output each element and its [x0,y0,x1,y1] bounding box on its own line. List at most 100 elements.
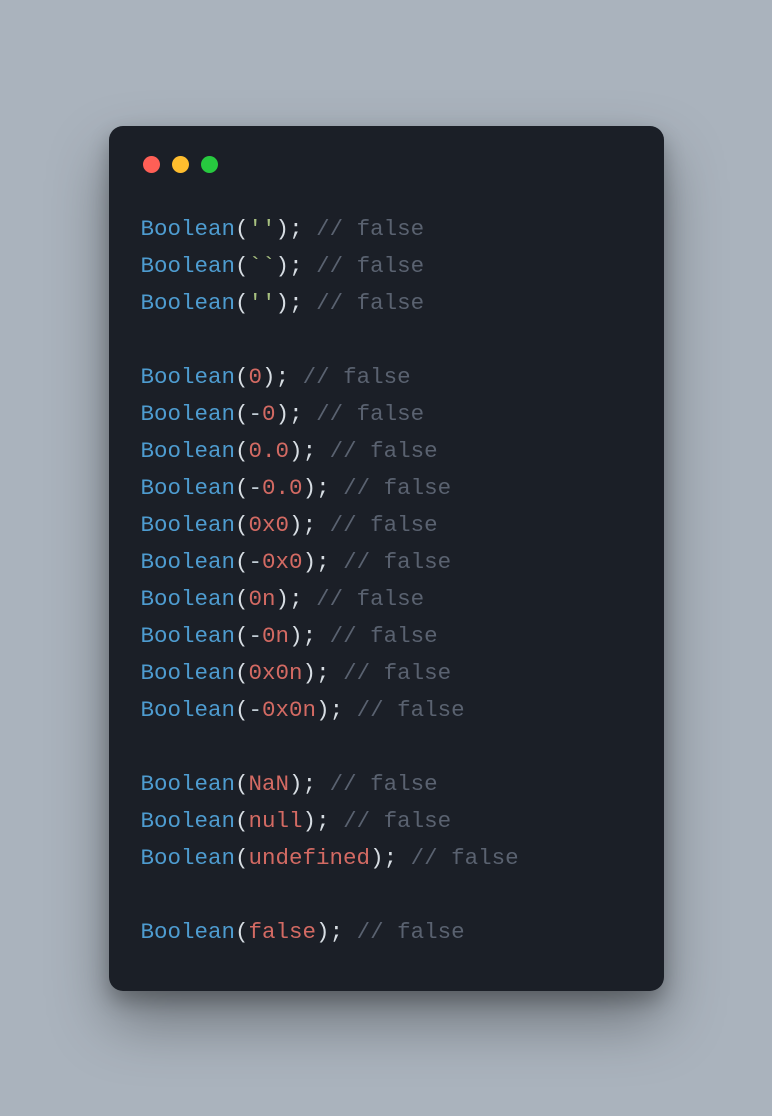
token-paren-open: ( [235,364,249,390]
token-paren-close: ) [303,808,317,834]
token-semicolon: ; [303,438,317,464]
token-paren-close: ) [276,253,290,279]
token-number: 0x0n [262,697,316,723]
token-paren-close: ) [303,475,317,501]
token-operator-negate: - [249,401,263,427]
code-line: Boolean(-0); // false [141,396,632,433]
blank-line [141,322,632,359]
token-number: 0x0n [249,660,303,686]
code-line: Boolean(undefined); // false [141,840,632,877]
token-number: 0n [249,586,276,612]
token-paren-open: ( [235,216,249,242]
code-line: Boolean(NaN); // false [141,766,632,803]
token-comment: // false [330,623,438,649]
token-paren-open: ( [235,253,249,279]
token-paren-close: ) [276,401,290,427]
code-line: Boolean(-0n); // false [141,618,632,655]
maximize-icon [201,156,218,173]
token-paren-open: ( [235,475,249,501]
token-semicolon: ; [316,660,330,686]
code-line: Boolean(-0x0n); // false [141,692,632,729]
token-comment: // false [411,845,519,871]
token-number: 0x0 [262,549,303,575]
token-function: Boolean [141,771,236,797]
token-string: '' [249,290,276,316]
token-semicolon: ; [303,771,317,797]
minimize-icon [172,156,189,173]
token-semicolon: ; [316,475,330,501]
token-number: 0 [262,401,276,427]
token-paren-open: ( [235,290,249,316]
code-line: Boolean(-0x0); // false [141,544,632,581]
token-semicolon: ; [289,253,303,279]
token-paren-close: ) [289,623,303,649]
token-paren-close: ) [289,512,303,538]
token-function: Boolean [141,660,236,686]
token-identifier: null [249,808,303,834]
token-semicolon: ; [330,697,344,723]
token-paren-close: ) [370,845,384,871]
token-semicolon: ; [289,401,303,427]
token-semicolon: ; [303,623,317,649]
token-paren-open: ( [235,623,249,649]
token-semicolon: ; [289,586,303,612]
token-operator-negate: - [249,697,263,723]
token-paren-open: ( [235,438,249,464]
token-function: Boolean [141,290,236,316]
token-comment: // false [343,808,451,834]
code-block: Boolean(''); // falseBoolean(``); // fal… [141,211,632,951]
token-comment: // false [330,438,438,464]
token-function: Boolean [141,364,236,390]
code-line: Boolean(null); // false [141,803,632,840]
code-line: Boolean(''); // false [141,285,632,322]
token-comment: // false [316,586,424,612]
traffic-lights [143,156,632,173]
token-paren-close: ) [303,549,317,575]
token-operator-negate: - [249,475,263,501]
token-string: `` [249,253,276,279]
token-paren-open: ( [235,660,249,686]
token-function: Boolean [141,549,236,575]
token-function: Boolean [141,216,236,242]
token-semicolon: ; [289,216,303,242]
token-paren-open: ( [235,401,249,427]
token-paren-open: ( [235,808,249,834]
token-paren-open: ( [235,845,249,871]
token-number: 0 [249,364,263,390]
token-function: Boolean [141,475,236,501]
token-paren-open: ( [235,512,249,538]
token-semicolon: ; [276,364,290,390]
token-paren-close: ) [316,919,330,945]
token-paren-open: ( [235,549,249,575]
token-identifier: false [249,919,317,945]
blank-line [141,729,632,766]
token-comment: // false [316,216,424,242]
token-number: 0.0 [262,475,303,501]
code-line: Boolean(0x0); // false [141,507,632,544]
token-number: 0.0 [249,438,290,464]
token-comment: // false [357,697,465,723]
token-string: '' [249,216,276,242]
token-paren-close: ) [316,697,330,723]
token-function: Boolean [141,401,236,427]
token-paren-close: ) [289,771,303,797]
token-function: Boolean [141,623,236,649]
token-semicolon: ; [316,808,330,834]
token-function: Boolean [141,438,236,464]
token-semicolon: ; [384,845,398,871]
code-line: Boolean(``); // false [141,248,632,285]
code-line: Boolean(''); // false [141,211,632,248]
token-paren-close: ) [276,290,290,316]
code-line: Boolean(0n); // false [141,581,632,618]
code-line: Boolean(false); // false [141,914,632,951]
token-semicolon: ; [289,290,303,316]
token-comment: // false [316,401,424,427]
token-paren-open: ( [235,919,249,945]
token-comment: // false [303,364,411,390]
token-identifier: undefined [249,845,371,871]
token-semicolon: ; [316,549,330,575]
token-function: Boolean [141,919,236,945]
token-paren-open: ( [235,586,249,612]
token-paren-close: ) [303,660,317,686]
code-line: Boolean(0); // false [141,359,632,396]
